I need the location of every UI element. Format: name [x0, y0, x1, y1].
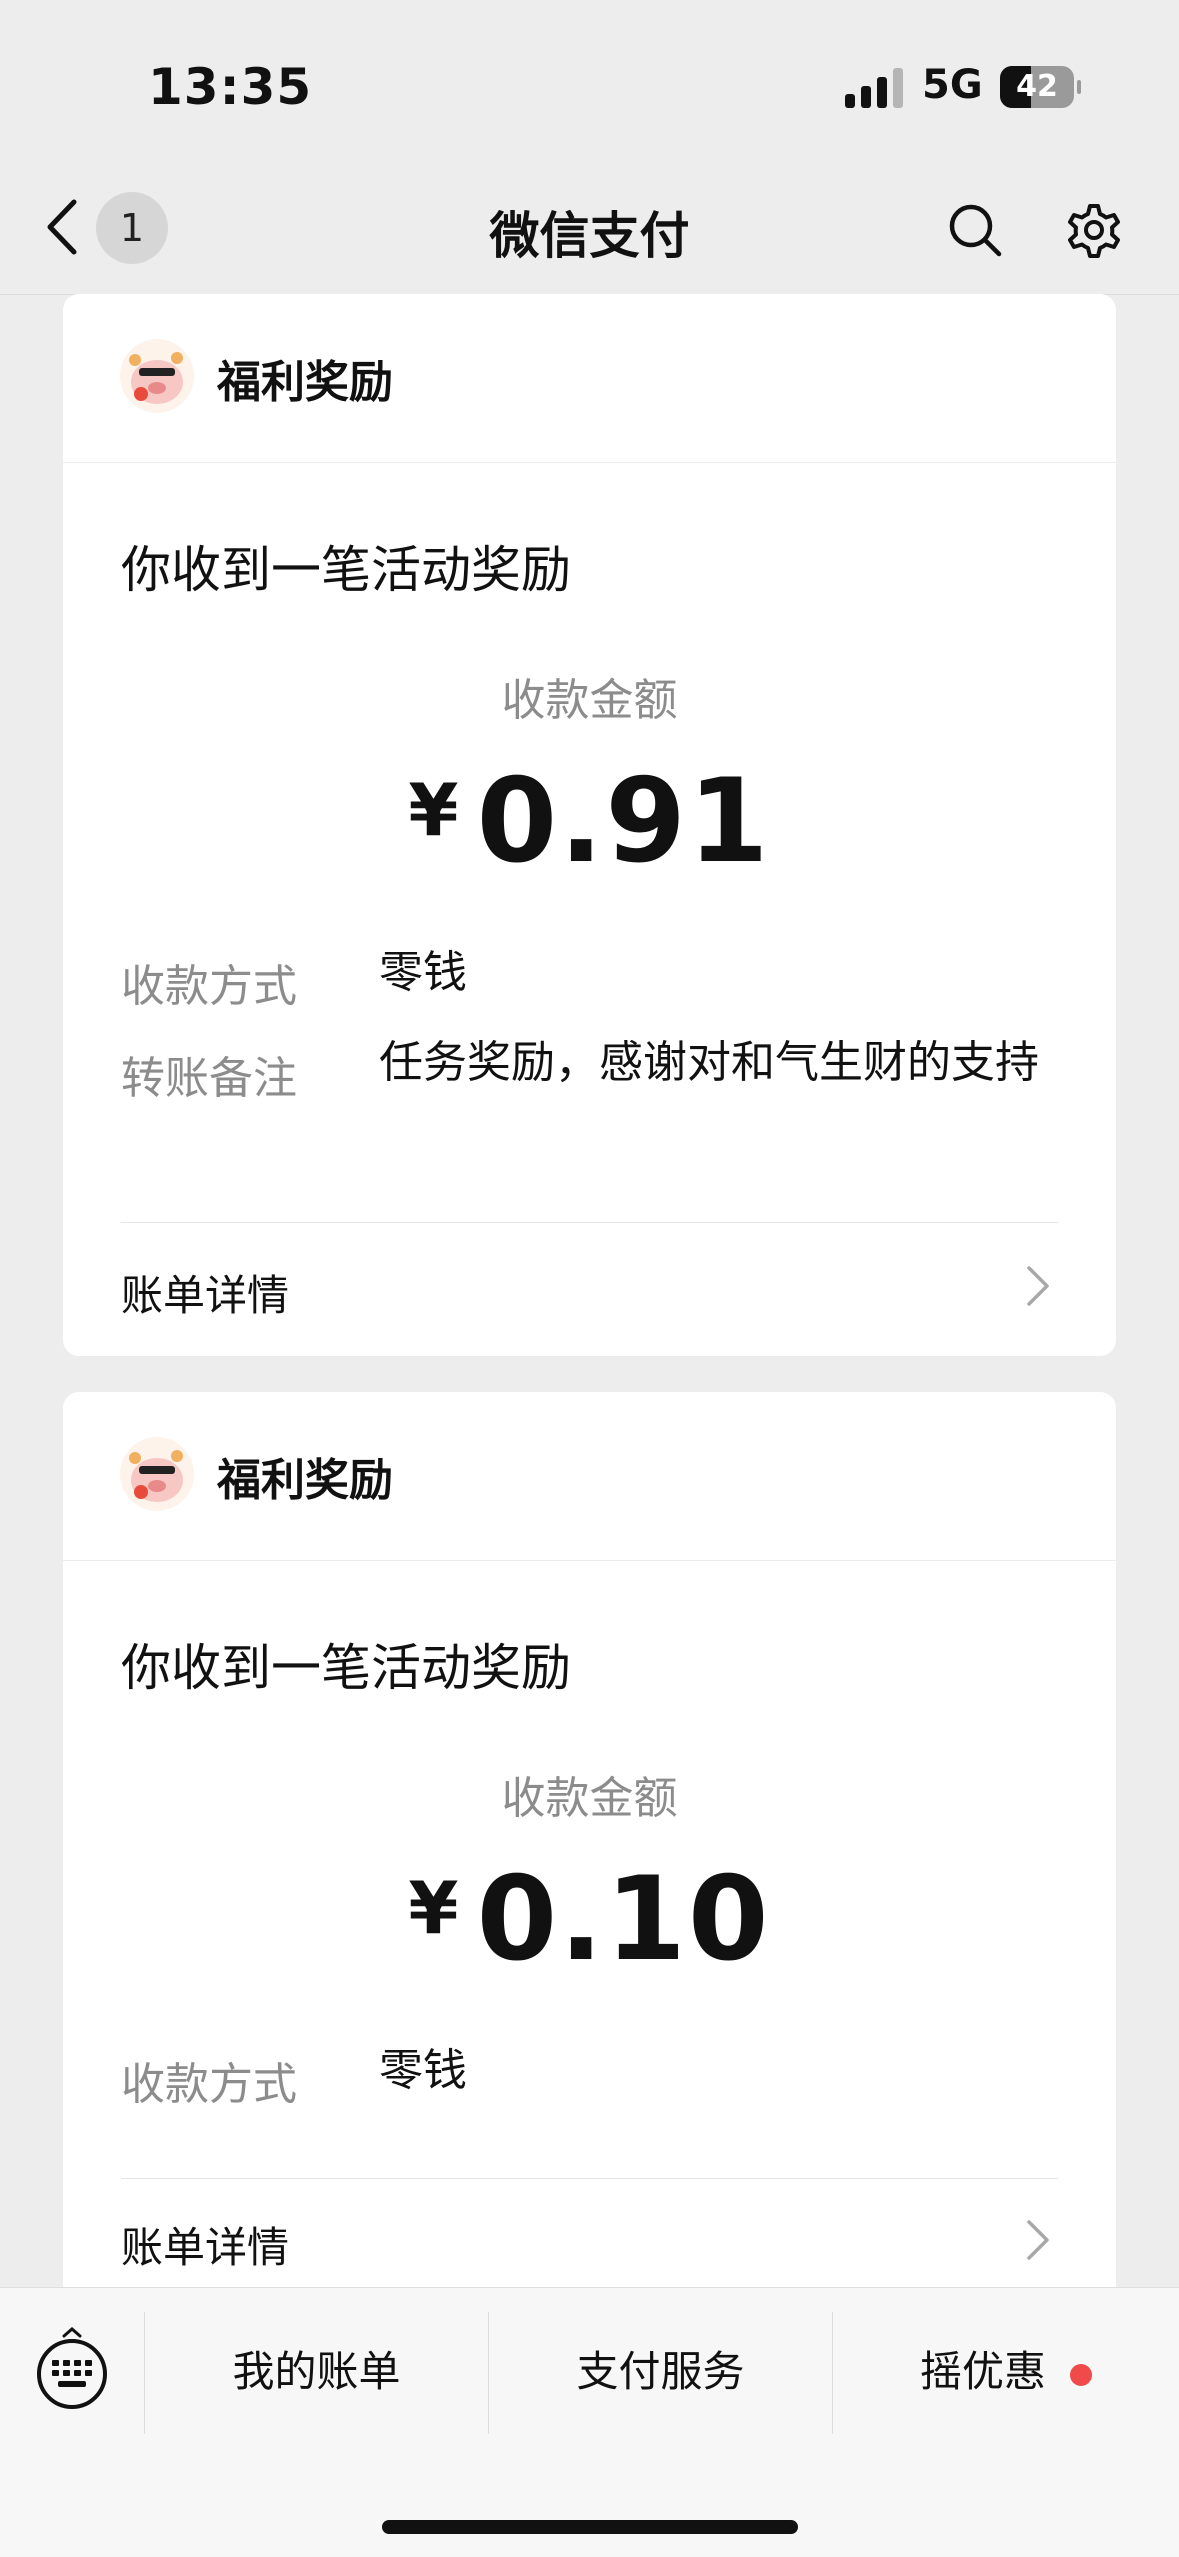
- bottom-menu-bar: 我的账单 支付服务 摇优惠: [0, 2287, 1179, 2557]
- status-bar: 13:35 5G 42: [0, 0, 1179, 160]
- amount-value: 0.91: [476, 754, 771, 889]
- card-headline: 你收到一笔活动奖励: [121, 541, 571, 599]
- tab-my-bills[interactable]: 我的账单: [145, 2332, 488, 2412]
- battery-icon: 42: [1000, 66, 1081, 108]
- amount-row: ¥0.91: [63, 754, 1116, 889]
- amount-label: 收款金额: [501, 1773, 678, 1824]
- sender-name: 福利奖励: [217, 357, 393, 408]
- card-header: 福利奖励: [63, 294, 1116, 463]
- chevron-right-icon[interactable]: [1025, 2218, 1051, 2262]
- method-label: 收款方式: [121, 2059, 297, 2110]
- payment-card-2: 福利奖励 你收到一笔活动奖励 收款金额 ¥0.10 收款方式 零钱 账单详情: [63, 1392, 1116, 2287]
- payment-card-1: 福利奖励 你收到一笔活动奖励 收款金额 ¥0.91 收款方式 零钱 转账备注 任…: [63, 294, 1116, 1356]
- keyboard-icon[interactable]: [34, 2326, 110, 2410]
- divider: [121, 2178, 1058, 2179]
- amount-row: ¥0.10: [63, 1852, 1116, 1987]
- network-type: 5G: [922, 62, 983, 108]
- card-headline: 你收到一笔活动奖励: [121, 1639, 571, 1697]
- tab-payment-services[interactable]: 支付服务: [489, 2332, 832, 2412]
- currency-symbol: ¥: [408, 768, 459, 852]
- bill-details-link[interactable]: 账单详情: [121, 2214, 289, 2275]
- amount-value: 0.10: [476, 1852, 771, 1987]
- card-header: 福利奖励: [63, 1392, 1116, 1561]
- tab-shake-deals-label: 摇优惠: [919, 2347, 1046, 2396]
- home-indicator[interactable]: [382, 2520, 798, 2534]
- method-value: 零钱: [379, 2045, 467, 2096]
- cellular-signal-icon: [845, 68, 903, 108]
- note-label: 转账备注: [121, 1053, 297, 1104]
- notification-dot: [1070, 2363, 1092, 2386]
- bill-details-link[interactable]: 账单详情: [121, 1262, 289, 1323]
- sender-name: 福利奖励: [217, 1455, 393, 1506]
- note-value: 任务奖励，感谢对和气生财的支持: [379, 1037, 1039, 1088]
- chevron-right-icon[interactable]: [1025, 1264, 1051, 1308]
- status-time: 13:35: [148, 58, 313, 116]
- method-label: 收款方式: [121, 961, 297, 1012]
- gear-icon[interactable]: [1062, 198, 1126, 262]
- pig-avatar-icon: [120, 1437, 194, 1511]
- amount-label: 收款金额: [501, 675, 678, 726]
- tab-shake-deals[interactable]: 摇优惠: [833, 2332, 1179, 2412]
- pig-avatar-icon: [120, 339, 194, 413]
- method-value: 零钱: [379, 947, 467, 998]
- search-icon[interactable]: [945, 200, 1005, 260]
- currency-symbol: ¥: [408, 1866, 459, 1950]
- divider: [121, 1222, 1058, 1223]
- nav-bar: 1 微信支付: [0, 160, 1179, 295]
- battery-percent: 42: [1016, 69, 1058, 104]
